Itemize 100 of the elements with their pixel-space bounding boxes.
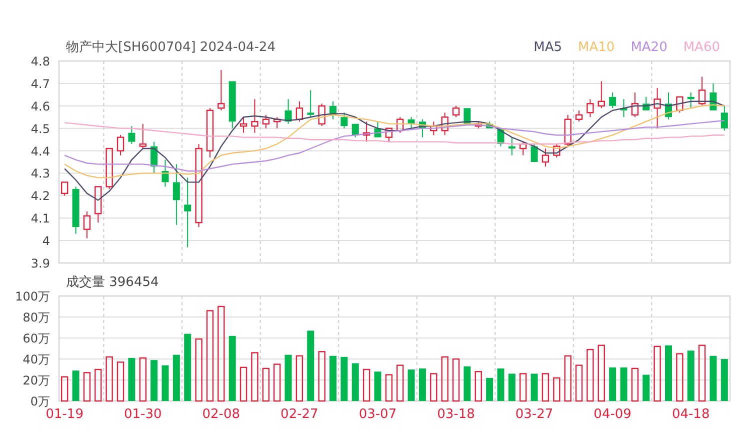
y-axis-label: 40万 <box>22 352 50 366</box>
volume-bar <box>72 370 80 401</box>
volume-bar <box>139 357 146 402</box>
volume-bar <box>598 344 605 402</box>
candlestick <box>362 121 370 142</box>
candlestick <box>452 105 460 118</box>
x-axis-label: 03-18 <box>437 407 475 422</box>
y-axis-label: 4.6 <box>30 99 50 114</box>
volume-bar <box>318 351 326 402</box>
y-axis-label: 60万 <box>22 332 50 346</box>
candlestick <box>654 87 661 129</box>
volume-bar <box>128 358 136 401</box>
volume-bar <box>418 368 426 401</box>
volume-bar <box>296 355 304 402</box>
candlestick <box>307 90 314 118</box>
candlestick <box>542 148 550 167</box>
volume-bar <box>497 368 504 401</box>
y-axis-label: 100万 <box>15 291 50 304</box>
candlestick <box>284 98 292 124</box>
candlestick <box>530 144 538 162</box>
volume-bar <box>430 373 438 402</box>
candlestick <box>240 116 248 134</box>
volume-bar <box>441 356 448 402</box>
candlestick <box>172 164 180 226</box>
candlestick <box>162 159 169 188</box>
y-axis-label: 4.5 <box>30 122 50 136</box>
candlestick <box>631 92 639 118</box>
volume-bar <box>116 362 124 402</box>
volume-bar <box>620 367 628 401</box>
y-axis-label: 4.2 <box>30 189 50 204</box>
volume-bar <box>340 356 348 401</box>
candlestick <box>385 128 393 142</box>
candlestick <box>94 186 102 224</box>
volume-bar <box>184 334 192 401</box>
volume-bar <box>162 365 169 401</box>
candlestick <box>72 186 80 234</box>
volume-bar <box>284 354 292 401</box>
volume-bar <box>385 374 393 402</box>
legend-label: MA60 <box>683 40 720 54</box>
volume-bar <box>687 350 694 401</box>
candlestick <box>106 148 113 190</box>
candlestick <box>228 80 236 129</box>
candlestick <box>150 141 158 174</box>
volume-bar <box>553 377 560 402</box>
candlestick <box>184 177 192 248</box>
volume-bar <box>520 373 527 402</box>
volume-bar <box>698 344 706 402</box>
volume-bar <box>408 370 415 401</box>
candlestick <box>396 116 404 134</box>
candlestick <box>418 118 426 138</box>
volume-bar <box>307 330 314 401</box>
volume-bar <box>228 336 236 401</box>
volume-bar <box>251 352 258 402</box>
candlestick <box>273 116 281 129</box>
y-axis-label: 4.4 <box>30 144 50 158</box>
volume-bar <box>665 345 672 401</box>
candlestick <box>139 123 146 150</box>
volume-bar <box>474 371 482 402</box>
candlestick <box>598 80 605 109</box>
y-axis-label: 20万 <box>22 374 50 388</box>
volume-bar <box>396 364 404 402</box>
volume-bar <box>676 353 684 402</box>
candlestick <box>218 69 225 111</box>
volume-bar <box>530 374 538 401</box>
candlestick <box>330 100 336 120</box>
volume-bar <box>352 363 359 401</box>
candlestick <box>575 110 583 122</box>
y-axis-label: 4 <box>42 234 50 248</box>
y-axis-label: 3.9 <box>30 256 50 270</box>
candlestick <box>553 144 560 158</box>
candlestick <box>340 112 348 129</box>
volume-bar <box>150 360 158 401</box>
chart-title: 物产中大[SH600704] 2024-04-24 <box>66 39 276 56</box>
candlestick <box>586 98 594 118</box>
candlestick <box>474 121 482 129</box>
volume-bar <box>330 356 336 401</box>
volume-bar <box>273 364 281 402</box>
y-axis-label: 4.1 <box>30 212 50 226</box>
volume-bar <box>575 364 583 402</box>
candlestick <box>564 114 572 147</box>
candlestick <box>508 136 516 156</box>
volume-bar <box>172 354 180 401</box>
candlestick <box>128 126 136 145</box>
x-axis-label: 03-27 <box>515 407 554 422</box>
volume-bar <box>61 376 68 402</box>
candlestick <box>698 76 706 106</box>
volume-bar <box>654 346 661 402</box>
candlestick <box>642 96 650 111</box>
candlestick <box>408 116 415 129</box>
y-axis-label: 80万 <box>22 310 50 324</box>
x-axis-label: 03-07 <box>358 407 397 422</box>
volume-bar <box>508 374 516 401</box>
candlestick <box>486 121 494 129</box>
y-axis-label: 4.8 <box>30 56 50 68</box>
volume-bar <box>464 366 471 401</box>
x-axis-label: 04-09 <box>594 407 632 422</box>
volume-bar <box>586 348 594 402</box>
volume-bar <box>83 372 91 402</box>
candlestick <box>687 92 694 109</box>
legend-label: MA20 <box>630 40 668 54</box>
